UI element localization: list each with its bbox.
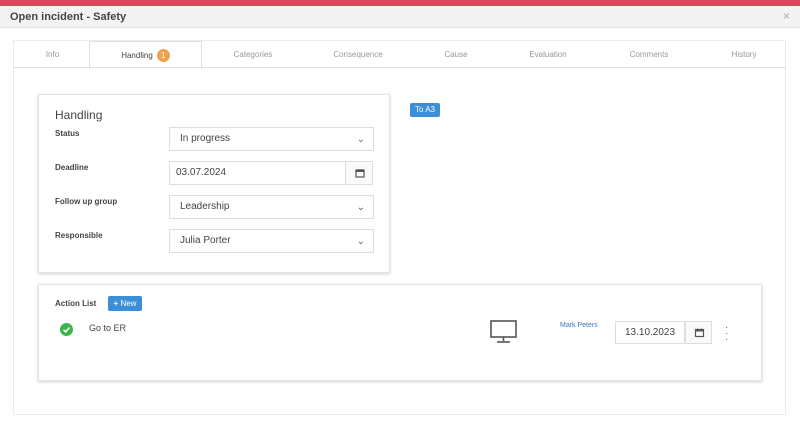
action-date-input[interactable]: 13.10.2023 (615, 321, 685, 344)
to-a3-button[interactable]: To A3 (410, 103, 440, 117)
deadline-calendar-button[interactable] (345, 161, 373, 185)
follow-up-group-select[interactable]: Leadership ⌄ (169, 195, 374, 219)
responsible-select[interactable]: Julia Porter ⌄ (169, 229, 374, 253)
tab-cause-label: Cause (444, 50, 468, 59)
tab-evaluation[interactable]: Evaluation (498, 41, 598, 68)
tab-history[interactable]: History (703, 41, 785, 68)
responsible-value: Julia Porter (180, 235, 231, 246)
window-titlebar: Open incident - Safety × (0, 6, 800, 28)
assignee-link[interactable]: Mark Peters (560, 322, 598, 329)
chevron-down-icon: ⌄ (356, 236, 365, 247)
responsible-label: Responsible (55, 231, 103, 240)
close-icon[interactable]: × (783, 9, 790, 23)
deadline-value: 03.07.2024 (176, 167, 227, 178)
status-label: Status (55, 129, 80, 138)
follow-up-group-label: Follow up group (55, 197, 118, 206)
tab-cause[interactable]: Cause (406, 41, 506, 68)
calendar-icon (355, 169, 365, 178)
new-action-label: New (120, 299, 137, 308)
tab-categories-label: Categories (233, 50, 273, 59)
tab-evaluation-label: Evaluation (529, 50, 567, 59)
chevron-down-icon: ⌄ (356, 134, 365, 145)
tab-consequence[interactable]: Consequence (308, 41, 408, 68)
handling-card: Handling Status In progress ⌄ Deadline 0… (38, 94, 390, 273)
status-value: In progress (180, 133, 231, 144)
tab-handling[interactable]: Handling 1 (89, 41, 202, 69)
tab-categories[interactable]: Categories (203, 41, 303, 68)
check-circle-icon[interactable] (60, 323, 73, 336)
deadline-label: Deadline (55, 163, 89, 172)
plus-icon: + (113, 299, 119, 308)
calendar-icon (694, 328, 705, 338)
action-calendar-button[interactable] (685, 321, 712, 344)
chevron-down-icon: ⌄ (356, 202, 365, 213)
tab-comments-label: Comments (629, 50, 669, 59)
tab-handling-label: Handling (121, 51, 153, 60)
tab-bar: Info Handling 1 Categories Consequence Ca… (13, 41, 786, 69)
tab-history-label: History (731, 50, 757, 59)
tab-comments[interactable]: Comments (599, 41, 699, 68)
tab-info[interactable]: Info (13, 41, 92, 68)
tab-divider (13, 67, 786, 68)
new-action-button[interactable]: + New (108, 296, 142, 311)
window-title: Open incident - Safety (10, 11, 127, 23)
status-select[interactable]: In progress ⌄ (169, 127, 374, 151)
monitor-icon (489, 319, 519, 350)
tab-consequence-label: Consequence (333, 50, 383, 59)
action-list-card: Action List + New Go to ER Mark Peters 1… (38, 284, 762, 381)
action-list-label: Action List (55, 299, 97, 308)
deadline-input[interactable]: 03.07.2024 (169, 161, 346, 185)
action-text: Go to ER (89, 323, 127, 333)
follow-up-group-value: Leadership (180, 201, 230, 212)
kebab-menu-icon[interactable]: · · · (725, 323, 728, 345)
handling-title: Handling (55, 108, 103, 122)
count-badge: 1 (156, 49, 170, 63)
tab-info-label: Info (45, 50, 60, 59)
